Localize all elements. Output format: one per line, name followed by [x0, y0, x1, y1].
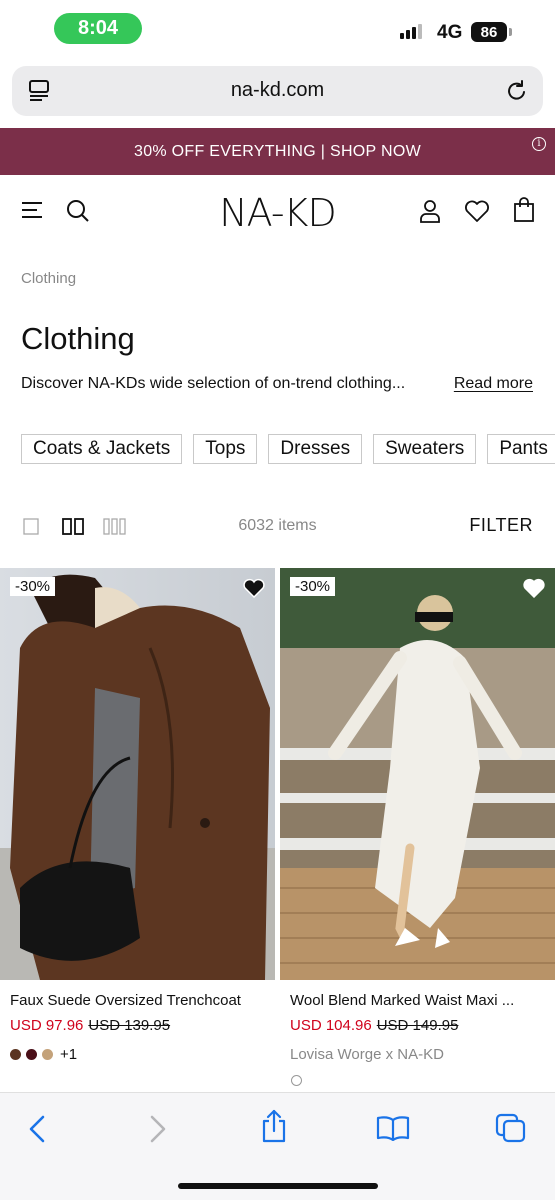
read-more-link[interactable]: Read more — [454, 375, 533, 393]
more-colors[interactable]: +1 — [60, 1046, 77, 1063]
account-icon[interactable] — [419, 199, 441, 228]
page-title: Clothing — [21, 321, 135, 356]
forward-icon[interactable] — [149, 1115, 167, 1148]
info-icon[interactable]: i — [532, 137, 546, 151]
category-chips: Coats & Jackets Tops Dresses Sweaters Pa… — [21, 434, 555, 464]
chip-tops[interactable]: Tops — [193, 434, 258, 464]
url-text: na-kd.com — [230, 79, 325, 101]
swatch-beige[interactable] — [42, 1049, 53, 1060]
status-bar: 8:04 4G 86 — [0, 0, 555, 58]
heart-icon[interactable] — [523, 578, 545, 603]
original-price: USD 139.95 — [88, 1017, 171, 1034]
swatch-burgundy[interactable] — [26, 1049, 37, 1060]
sale-price: USD 104.96 — [290, 1017, 372, 1034]
product-name[interactable]: Faux Suede Oversized Trenchcoat — [10, 992, 241, 1009]
price-row: USD 97.96 USD 139.95 — [10, 1017, 170, 1034]
swatch-white[interactable] — [291, 1075, 302, 1086]
share-icon[interactable] — [260, 1109, 288, 1148]
reload-icon[interactable] — [505, 78, 529, 109]
site-header: NA-KD — [0, 175, 555, 250]
listing-toolbar: 6032 items FILTER — [0, 510, 555, 544]
product-name[interactable]: Wool Blend Marked Waist Maxi ... — [290, 992, 514, 1009]
filter-button[interactable]: FILTER — [469, 515, 533, 536]
battery-icon: 86 — [471, 22, 507, 42]
address-bar[interactable]: na-kd.com — [12, 66, 543, 116]
chip-coats-jackets[interactable]: Coats & Jackets — [21, 434, 183, 464]
heart-icon[interactable] — [243, 578, 265, 603]
product-image[interactable]: -30% — [0, 568, 275, 980]
product-card[interactable]: -30% Wool Blend Marked Waist Maxi ... US… — [280, 568, 555, 1086]
page-description: Discover NA-KDs wide selection of on-tre… — [21, 375, 406, 392]
product-image[interactable]: -30% — [280, 568, 555, 980]
promo-banner[interactable]: 30% OFF EVERYTHING | SHOP NOW i — [0, 128, 555, 175]
chip-pants[interactable]: Pants — [487, 434, 555, 464]
bookmarks-icon[interactable] — [376, 1115, 410, 1146]
swatch-brown[interactable] — [10, 1049, 21, 1060]
back-icon[interactable] — [28, 1115, 46, 1148]
status-time: 8:04 — [54, 13, 142, 44]
product-card[interactable]: -30% Faux Suede Oversized Trenchcoat USD… — [0, 568, 275, 1063]
sale-price: USD 97.96 — [10, 1017, 84, 1034]
network-label: 4G — [437, 22, 463, 43]
collab-label: Lovisa Worge x NA-KD — [290, 1046, 444, 1063]
chip-dresses[interactable]: Dresses — [268, 434, 363, 464]
battery-tip — [509, 28, 512, 36]
original-price: USD 149.95 — [376, 1017, 459, 1034]
browser-url-area: na-kd.com — [0, 58, 555, 128]
discount-badge: -30% — [10, 577, 56, 596]
home-indicator — [178, 1183, 378, 1189]
breadcrumb[interactable]: Clothing — [21, 270, 76, 287]
color-swatches: +1 — [10, 1046, 77, 1063]
signal-icon — [400, 24, 422, 39]
promo-text: 30% OFF EVERYTHING | SHOP NOW — [134, 143, 421, 160]
tabs-icon[interactable] — [495, 1113, 527, 1148]
bag-icon[interactable] — [513, 197, 535, 228]
discount-badge: -30% — [290, 577, 336, 596]
price-row: USD 104.96 USD 149.95 — [290, 1017, 458, 1034]
wishlist-icon[interactable] — [464, 199, 490, 228]
chip-sweaters[interactable]: Sweaters — [373, 434, 477, 464]
